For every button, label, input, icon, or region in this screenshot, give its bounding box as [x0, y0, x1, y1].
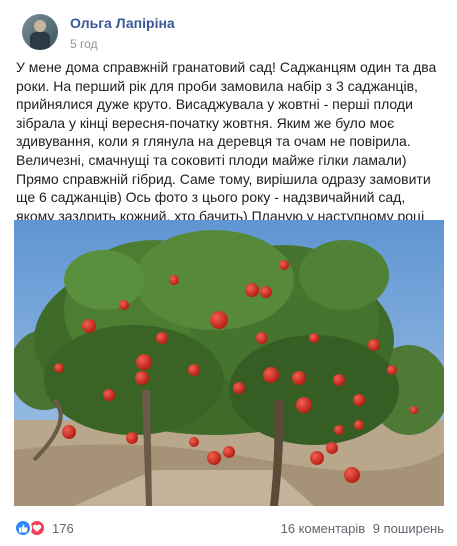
post-header: Ольга Лапіріна 5 год: [22, 14, 175, 52]
reactions-summary[interactable]: 176: [14, 519, 74, 537]
avatar-body: [30, 32, 50, 50]
post-meta: Ольга Лапіріна 5 год: [70, 14, 175, 52]
tree-canopy: [34, 230, 399, 445]
author-name[interactable]: Ольга Лапіріна: [70, 14, 175, 32]
post-photo[interactable]: [14, 220, 444, 506]
engagement-links: 16 коментарів 9 поширень: [277, 521, 444, 536]
avatar[interactable]: [22, 14, 58, 50]
like-icon: [14, 519, 32, 537]
post-footer: 176 16 коментарів 9 поширень: [14, 516, 444, 540]
reactions-count: 176: [52, 520, 74, 536]
avatar-head: [34, 20, 46, 32]
comments-link[interactable]: 16 коментарів: [281, 521, 366, 536]
pomegranate-orchard-image: [14, 220, 444, 506]
post-time[interactable]: 5 год: [70, 36, 175, 52]
shares-link[interactable]: 9 поширень: [373, 521, 444, 536]
